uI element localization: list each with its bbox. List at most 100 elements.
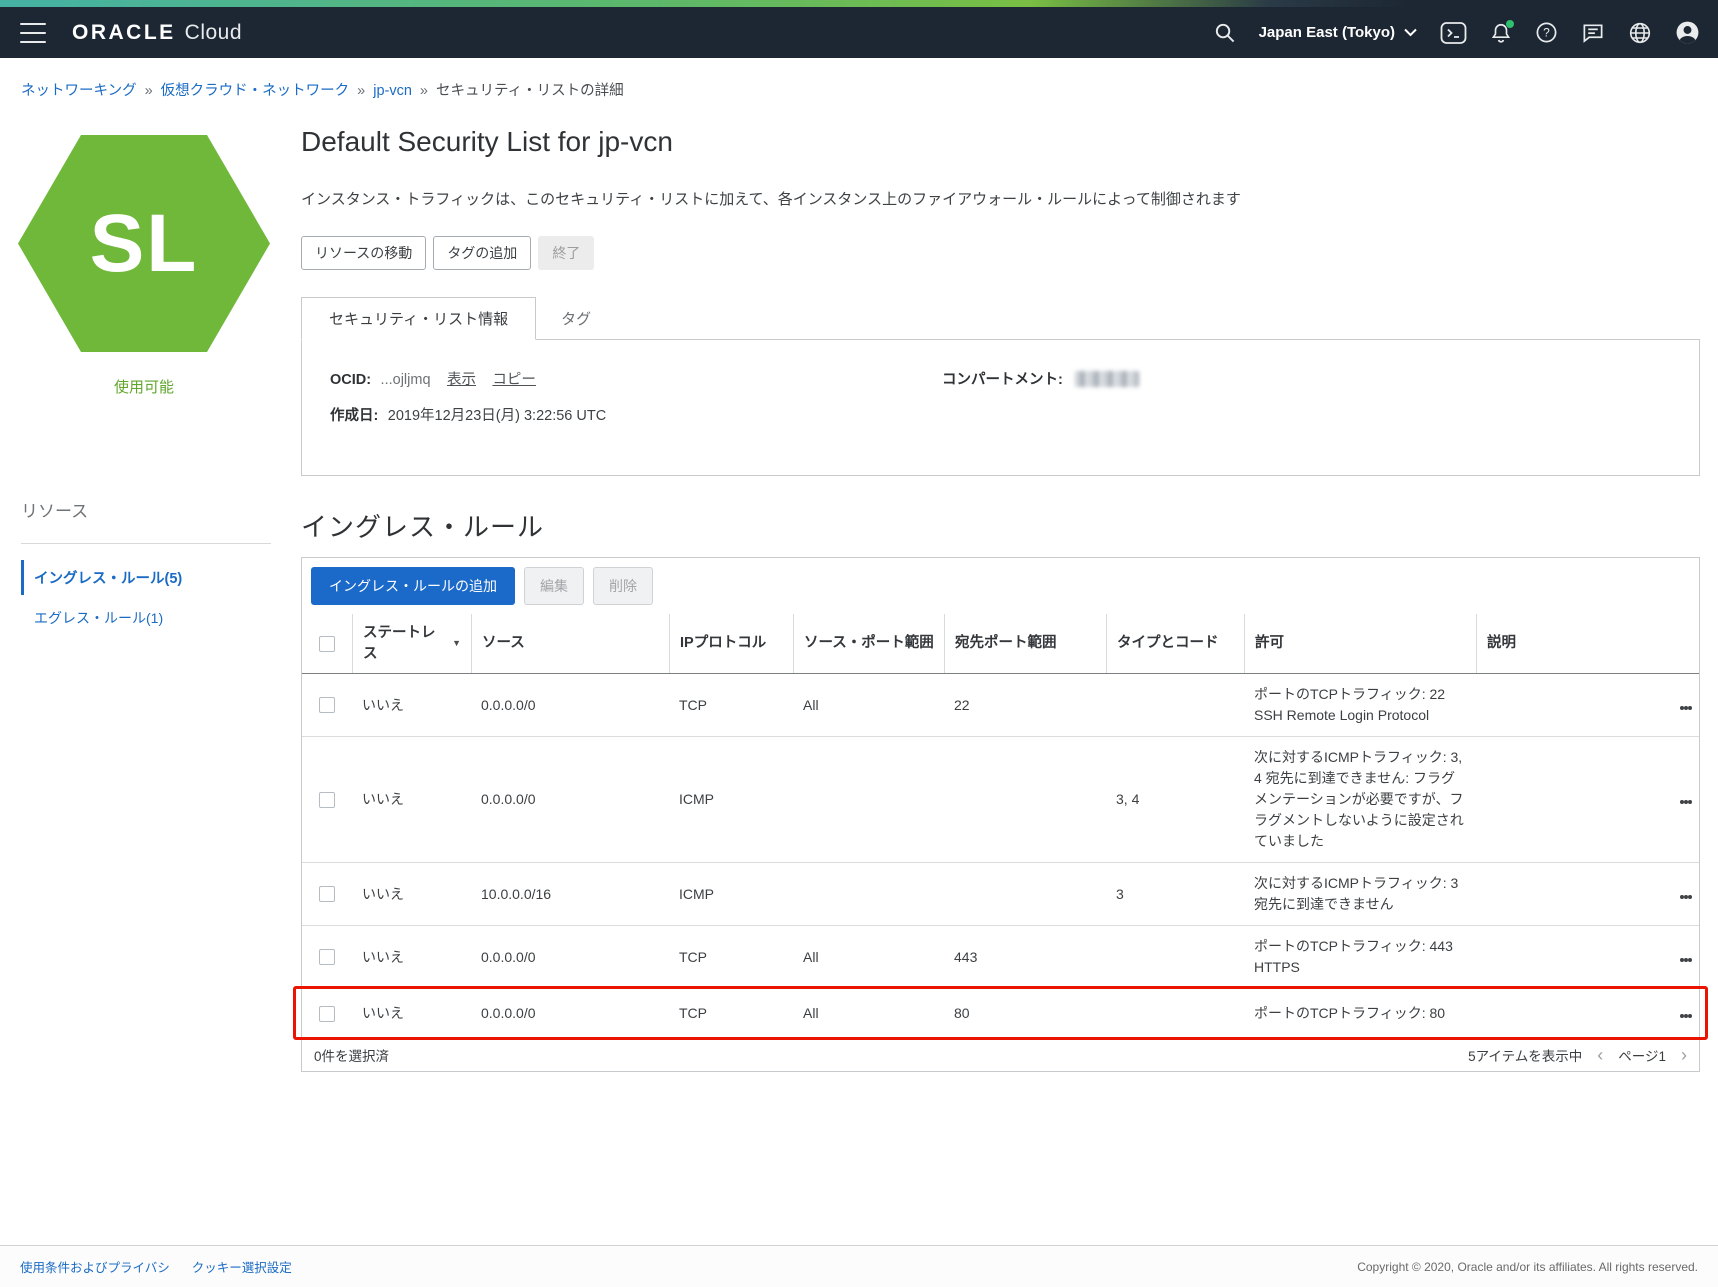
row-actions-menu-icon[interactable] [1677,786,1695,813]
table-footer: 0件を選択済 5アイテムを表示中 ‹ ページ1 › [302,1038,1699,1071]
column-header-label: IPプロトコル [680,633,766,654]
row-select-cell [302,697,352,713]
cell-allows: 次に対するICMPトラフィック: 3, 4 宛先に到達できません: フラグメンテ… [1244,747,1476,852]
feedback-icon[interactable] [1581,21,1605,44]
add-tags-button[interactable]: タグの追加 [433,236,531,270]
row-checkbox[interactable] [319,949,335,965]
cell-description [1476,792,1671,808]
divider [21,543,271,544]
row-actions-menu-icon[interactable] [1677,944,1695,971]
compartment-label: コンパートメント: [942,372,1063,388]
notifications-bell-icon[interactable] [1490,21,1512,45]
ingress-rules-panel: イングレス・ルールの追加 編集 削除 ステートレス▼ソースIPプロトコルソース・… [301,557,1700,1072]
table-row: いいえ0.0.0.0/0TCPAll443ポートのTCPトラフィック: 443 … [302,925,1699,988]
details-left: OCID: ...ojljmq 表示 コピー 作成日: 2019年12月23日(… [330,368,942,447]
row-select-cell [302,886,352,902]
breadcrumb-item[interactable]: 仮想クラウド・ネットワーク [161,83,350,99]
brand-cloud-text: Cloud [185,21,242,45]
edit-rule-button: 編集 [524,567,584,605]
terminate-button: 終了 [538,236,594,270]
pagination: 5アイテムを表示中 ‹ ページ1 › [1468,1045,1687,1065]
sidebar-item[interactable]: イングレス・ルール(5) [21,560,271,595]
table-row: いいえ0.0.0.0/0TCPAll22ポートのTCPトラフィック: 22 SS… [302,674,1699,736]
cell-type-and-code [1106,1006,1244,1022]
cell-stateless: いいえ [352,884,471,905]
table-body: いいえ0.0.0.0/0TCPAll22ポートのTCPトラフィック: 22 SS… [302,674,1699,1038]
column-header-0[interactable]: ステートレス ▼ [352,614,471,673]
footer-link-1[interactable]: クッキー選択設定 [192,1261,292,1275]
tab-tags[interactable]: タグ [536,298,616,339]
help-icon[interactable]: ? [1535,21,1558,44]
table-toolbar: イングレス・ルールの追加 編集 削除 [302,558,1699,614]
page-indicator: ページ1 [1618,1045,1666,1065]
sort-descending-icon: ▼ [452,633,461,654]
row-checkbox[interactable] [319,697,335,713]
breadcrumb: ネットワーキング»仮想クラウド・ネットワーク»jp-vcn»セキュリティ・リスト… [21,79,624,100]
ocid-show-link[interactable]: 表示 [447,372,476,388]
svg-text:?: ? [1543,26,1550,40]
column-header-label: 説明 [1487,633,1516,654]
oracle-cloud-logo[interactable]: ORACLE Cloud [72,21,242,45]
row-actions-cell [1671,1000,1701,1027]
cell-source: 0.0.0.0/0 [471,695,669,716]
table-header-row: ステートレス▼ソースIPプロトコルソース・ポート範囲宛先ポート範囲タイプとコード… [302,614,1699,674]
cell-ip-protocol: TCP [669,1003,793,1024]
created-label: 作成日: [330,408,378,424]
footer-link-0[interactable]: 使用条件およびプライバシ [20,1261,170,1275]
search-icon[interactable] [1213,21,1236,44]
page-title: Default Security List for jp-vcn [301,126,1700,158]
select-all-checkbox[interactable] [319,636,335,652]
footer-links: 使用条件およびプライバシ クッキー選択設定 [20,1257,314,1277]
cell-type-and-code [1106,949,1244,965]
column-header-label: タイプとコード [1117,633,1219,654]
breadcrumb-separator: » [420,83,428,99]
ocid-line: OCID: ...ojljmq 表示 コピー [330,368,942,389]
page-actions: リソースの移動 タグの追加 終了 [301,236,1700,270]
column-header-2: IPプロトコル [669,614,793,673]
next-page-icon[interactable]: › [1681,1046,1687,1064]
resource-badge: SL 使用可能 [18,135,270,397]
row-actions-cell [1671,881,1701,908]
prev-page-icon[interactable]: ‹ [1597,1046,1603,1064]
sidebar-title: リソース [21,497,271,522]
hamburger-menu-icon[interactable] [20,23,46,43]
row-select-cell [302,949,352,965]
selected-count: 0件を選択済 [314,1045,389,1065]
column-header-3: ソース・ポート範囲 [793,614,944,673]
row-actions-menu-icon[interactable] [1677,1000,1695,1027]
breadcrumb-separator: » [357,83,365,99]
cell-source: 0.0.0.0/0 [471,1003,669,1024]
cell-stateless: いいえ [352,947,471,968]
table-row: いいえ10.0.0.0/16ICMP3次に対するICMPトラフィック: 3 宛先… [302,862,1699,925]
sidebar-item[interactable]: エグレス・ルール(1) [21,608,271,628]
created-value: 2019年12月23日(月) 3:22:56 UTC [388,408,606,424]
tab-security-list-info[interactable]: セキュリティ・リスト情報 [301,297,536,340]
add-ingress-rule-button[interactable]: イングレス・ルールの追加 [311,567,515,605]
row-actions-menu-icon[interactable] [1677,881,1695,908]
region-label: Japan East (Tokyo) [1259,24,1395,41]
row-checkbox[interactable] [319,1006,335,1022]
region-selector[interactable]: Japan East (Tokyo) [1259,24,1417,41]
created-line: 作成日: 2019年12月23日(月) 3:22:56 UTC [330,404,942,425]
delete-rule-button: 削除 [593,567,653,605]
cell-dest-port-range [944,792,1106,808]
column-header-label: ステートレス [363,623,445,665]
cell-type-and-code [1106,697,1244,713]
cloud-shell-icon[interactable] [1440,21,1467,45]
move-resource-button[interactable]: リソースの移動 [301,236,426,270]
select-all-cell [302,614,352,673]
security-list-info-panel: OCID: ...ojljmq 表示 コピー 作成日: 2019年12月23日(… [301,339,1700,476]
ocid-copy-link[interactable]: コピー [492,372,536,388]
row-actions-menu-icon[interactable] [1677,692,1695,719]
cell-type-and-code: 3, 4 [1106,789,1244,810]
row-checkbox[interactable] [319,886,335,902]
column-header-6: 許可 [1244,614,1476,673]
tabs: セキュリティ・リスト情報 タグ [301,297,1700,339]
breadcrumb-item[interactable]: jp-vcn [373,83,412,99]
page-subtitle: インスタンス・トラフィックは、このセキュリティ・リストに加えて、各インスタンス上… [301,188,1700,209]
language-globe-icon[interactable] [1628,21,1652,45]
row-checkbox[interactable] [319,792,335,808]
row-actions-cell [1671,692,1701,719]
profile-avatar[interactable] [1675,20,1700,45]
breadcrumb-item[interactable]: ネットワーキング [21,83,137,99]
